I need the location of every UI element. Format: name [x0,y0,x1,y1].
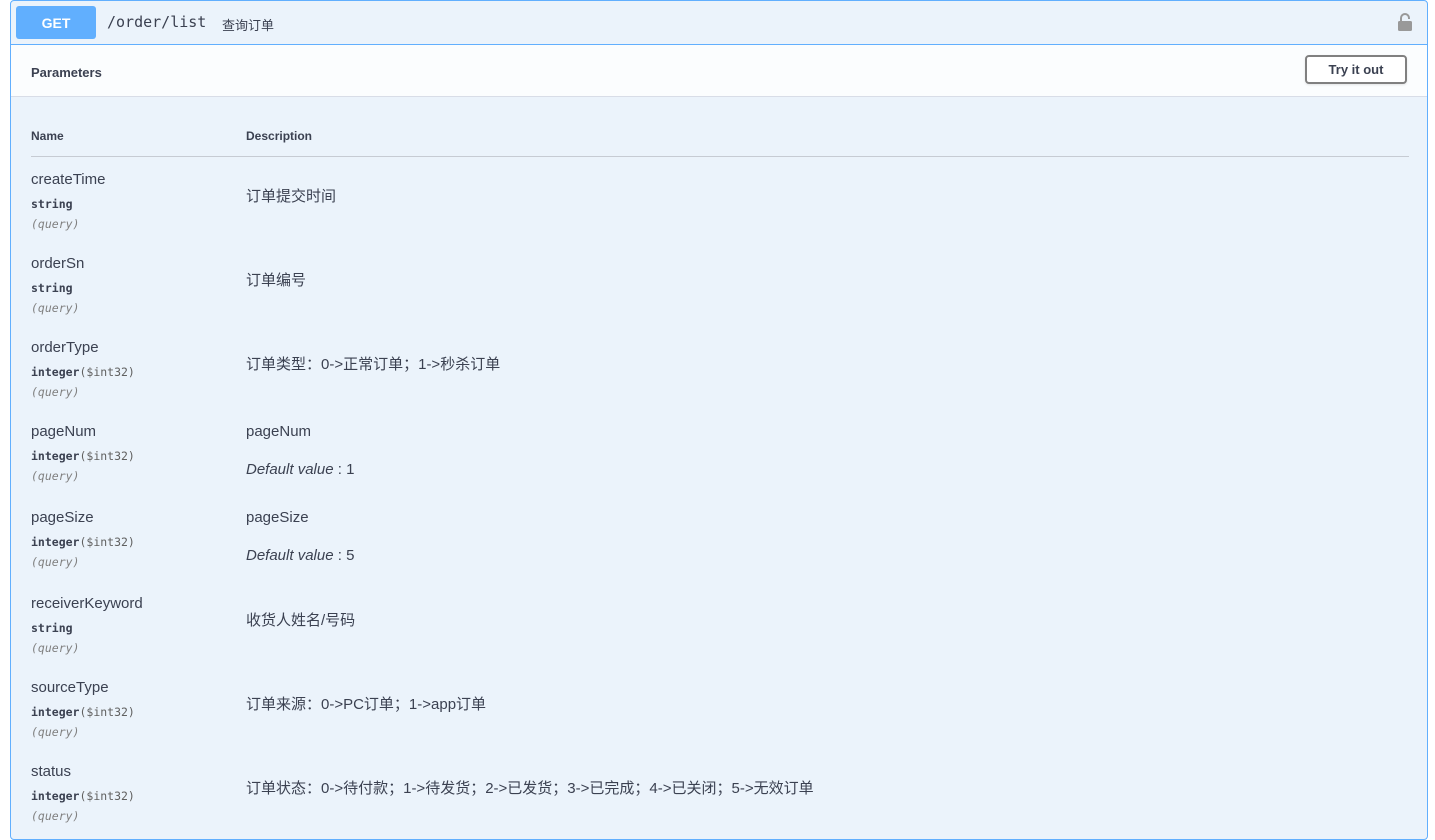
operation-path: /order/list [107,13,207,31]
parameter-location: (query) [31,217,80,231]
parameter-type: string [31,281,73,295]
parameter-location: (query) [31,469,80,483]
operation-summary[interactable]: GET /order/list 查询订单 [11,1,1427,45]
operation-block: GET /order/list 查询订单 Parameters Try it o… [10,0,1428,840]
parameter-row: orderType integer($int32) (query) 订单类型：0… [31,325,1409,409]
parameter-row: receiverKeyword string (query) 收货人姓名/号码 [31,581,1409,665]
parameter-description: 订单来源：0->PC订单；1->app订单 [246,696,487,713]
parameter-type: string [31,621,73,635]
parameter-name: pageSize [31,509,94,526]
parameter-type: integer($int32) [31,449,135,463]
parameter-location: (query) [31,809,80,823]
parameter-name: sourceType [31,679,109,696]
parameters-title: Parameters [31,65,102,80]
parameter-type: integer($int32) [31,705,135,719]
parameter-description: 订单编号 [246,272,307,289]
parameter-row: orderSn string (query) 订单编号 [31,241,1409,325]
parameter-default: Default value : 5 [246,547,355,564]
parameter-name: receiverKeyword [31,595,143,612]
parameter-location: (query) [31,641,80,655]
parameter-name: createTime [31,171,106,188]
parameter-row: sourceType integer($int32) (query) 订单来源：… [31,665,1409,749]
parameter-description: pageSize [246,509,309,526]
parameter-location: (query) [31,555,80,569]
parameter-type: integer($int32) [31,789,135,803]
parameter-type: string [31,197,73,211]
parameter-name: pageNum [31,423,97,440]
parameter-type: integer($int32) [31,535,135,549]
lock-icon[interactable] [1397,12,1413,32]
parameter-name: orderSn [31,255,85,272]
column-description-header: Description [246,129,313,143]
method-badge: GET [16,6,96,39]
operation-summary-text: 查询订单 [222,18,275,33]
parameter-row: pageNum integer($int32) (query) pageNum … [31,409,1409,493]
parameter-description: pageNum [246,423,312,440]
parameter-name: status [31,763,72,780]
parameter-type: integer($int32) [31,365,135,379]
parameter-description: 订单类型：0->正常订单；1->秒杀订单 [246,356,501,373]
parameters-table-header: Name Description [31,97,1409,157]
parameter-row: pageSize integer($int32) (query) pageSiz… [31,495,1409,579]
parameter-location: (query) [31,385,80,399]
parameter-location: (query) [31,301,80,315]
parameter-location: (query) [31,725,80,739]
try-it-out-button[interactable]: Try it out [1305,55,1407,84]
parameter-row: createTime string (query) 订单提交时间 [31,157,1409,241]
parameter-description: 订单提交时间 [246,188,337,205]
parameter-description: 订单状态：0->待付款；1->待发货；2->已发货；3->已完成；4->已关闭；… [246,780,814,797]
parameter-description: 收货人姓名/号码 [246,612,356,629]
column-name-header: Name [31,129,64,143]
parameter-row: status integer($int32) (query) 订单状态：0->待… [31,749,1409,833]
parameters-header: Parameters Try it out [11,45,1427,97]
parameter-name: orderType [31,339,99,356]
parameter-default: Default value : 1 [246,461,355,478]
